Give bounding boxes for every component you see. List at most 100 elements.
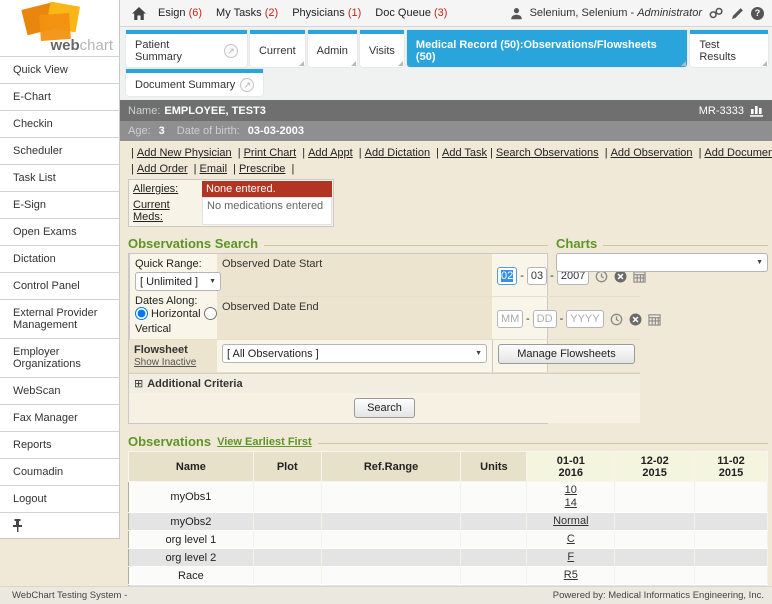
mr-number: MR-3333 [699, 105, 744, 117]
current-meds-link[interactable]: Current Meds: [133, 199, 170, 223]
nav-doc-queue[interactable]: Doc Queue (3) [375, 7, 447, 19]
allergies-link[interactable]: Allergies: [133, 183, 178, 195]
tab-admin[interactable]: Admin [308, 30, 357, 67]
link-add-dictation[interactable]: Add Dictation [365, 147, 430, 159]
range-options: Quick Range: [ Unlimited ]▼ Dates Along:… [129, 254, 217, 340]
link-add-order[interactable]: Add Order [137, 163, 188, 175]
view-earliest-first-link[interactable]: View Earliest First [217, 436, 312, 448]
tab-visits[interactable]: Visits [360, 30, 404, 67]
horizontal-radio[interactable] [135, 307, 148, 320]
sidebar-item-e-sign[interactable]: E-Sign [0, 191, 119, 218]
date-separator: - [550, 270, 554, 282]
obs-name: org level 2 [129, 549, 254, 567]
link-add-task[interactable]: Add Task [442, 147, 487, 159]
charts-select[interactable]: ▼ [556, 253, 768, 272]
search-button[interactable]: Search [354, 398, 415, 418]
obs-value-link[interactable]: R5 [529, 569, 612, 582]
charts-title: Charts [556, 236, 597, 251]
webchart-logo[interactable]: webchart [0, 0, 119, 56]
dob-label: Date of birth: [177, 125, 240, 137]
patient-name-bar: Name: EMPLOYEE, TEST3 MR-3333 [120, 100, 772, 121]
nav-my-tasks[interactable]: My Tasks (2) [216, 7, 278, 19]
separator: | [131, 147, 134, 159]
sidebar-item-task-list[interactable]: Task List [0, 164, 119, 191]
tab-test-results[interactable]: Test Results [690, 30, 768, 67]
logo-wordmark: webchart [50, 37, 113, 54]
sidebar-item-e-chart[interactable]: E-Chart [0, 83, 119, 110]
obs-value-link[interactable]: Normal [529, 515, 612, 528]
link-email[interactable]: Email [200, 163, 228, 175]
sidebar-item-dictation[interactable]: Dictation [0, 245, 119, 272]
name-label: Name: [128, 105, 160, 117]
link-add-new-physician[interactable]: Add New Physician [137, 147, 232, 159]
show-inactive-link[interactable]: Show Inactive [134, 357, 196, 368]
col-units: Units [461, 452, 527, 482]
link-prescribe[interactable]: Prescribe [239, 163, 285, 175]
sidebar-item-checkin[interactable]: Checkin [0, 110, 119, 137]
start-month-input[interactable]: 02 [497, 267, 517, 285]
vertical-radio[interactable] [204, 307, 217, 320]
obs-value-link[interactable]: 10 [529, 484, 612, 497]
end-month-input[interactable]: MM [497, 310, 523, 328]
end-day-input[interactable]: DD [533, 310, 557, 328]
chart-icon[interactable] [750, 104, 764, 117]
popout-icon[interactable]: ↗ [240, 78, 254, 92]
divider [318, 443, 768, 444]
link-print-chart[interactable]: Print Chart [244, 147, 297, 159]
separator: | [131, 163, 134, 175]
nav-esign[interactable]: Esign (6) [158, 7, 202, 19]
flowsheet-label-cell: Flowsheet Show Inactive [129, 340, 217, 373]
observations-search-title: Observations Search [128, 236, 258, 251]
tab-current[interactable]: Current [250, 30, 305, 67]
home-icon[interactable] [132, 7, 146, 20]
link-add-observation[interactable]: Add Observation [611, 147, 693, 159]
separator: | [359, 147, 362, 159]
start-day-input[interactable]: 03 [527, 267, 547, 285]
link-add-appt[interactable]: Add Appt [308, 147, 353, 159]
nav-physicians[interactable]: Physicians (1) [292, 7, 361, 19]
sidebar-item-quick-view[interactable]: Quick View [0, 56, 119, 83]
chevron-down-icon: ▼ [756, 259, 763, 266]
table-row: org level 2 F [129, 549, 768, 567]
sidebar: webchart Quick View E-Chart Checkin Sche… [0, 0, 120, 539]
pencil-icon[interactable] [731, 7, 744, 20]
link-add-document[interactable]: Add Document [704, 147, 772, 159]
observations-table: Name Plot Ref.Range Units 01-012016 12-0… [128, 451, 768, 604]
top-right-area: Selenium, Selenium - Administrator ? [510, 7, 764, 20]
table-row: myObs1 1014 [129, 482, 768, 513]
sidebar-item-coumadin[interactable]: Coumadin [0, 458, 119, 485]
col-date-1: 01-012016 [527, 452, 615, 482]
obs-value-link[interactable]: 14 [529, 497, 612, 510]
sidebar-item-webscan[interactable]: WebScan [0, 377, 119, 404]
link-search-observations[interactable]: Search Observations [496, 147, 599, 159]
horizontal-label: Horizontal [151, 308, 201, 320]
sidebar-item-reports[interactable]: Reports [0, 431, 119, 458]
popout-icon[interactable]: ↗ [224, 44, 238, 58]
sidebar-item-scheduler[interactable]: Scheduler [0, 137, 119, 164]
obs-value-link[interactable]: F [529, 551, 612, 564]
main-area: Esign (6) My Tasks (2) Physicians (1) Do… [120, 0, 772, 604]
obs-name: myObs2 [129, 513, 254, 531]
link-icon[interactable] [709, 7, 724, 19]
sidebar-item-open-exams[interactable]: Open Exams [0, 218, 119, 245]
tab-patient-summary[interactable]: Patient Summary↗ [126, 30, 247, 67]
obs-value-link[interactable]: C [529, 533, 612, 546]
pin-sidebar-button[interactable] [0, 512, 119, 538]
tab-medical-record[interactable]: Medical Record (50):Observations/Flowshe… [407, 30, 687, 67]
divider [603, 245, 768, 246]
sidebar-item-employer-organizations[interactable]: Employer Organizations [0, 338, 119, 377]
search-form: Observed Date Start 02 - 03 - 2007 [128, 253, 548, 424]
help-icon[interactable]: ? [751, 7, 764, 20]
patient-demo-bar: Age: 3 Date of birth: 03-03-2003 [120, 121, 772, 141]
sidebar-item-fax-manager[interactable]: Fax Manager [0, 404, 119, 431]
sidebar-item-logout[interactable]: Logout [0, 485, 119, 512]
flowsheet-select[interactable]: [ All Observations ]▼ [222, 344, 487, 363]
chevron-down-icon: ▼ [209, 278, 216, 285]
user-name[interactable]: Selenium, Selenium - Administrator [530, 7, 702, 19]
sidebar-item-external-provider-management[interactable]: External Provider Management [0, 299, 119, 338]
quick-range-select[interactable]: [ Unlimited ]▼ [135, 272, 221, 291]
sidebar-item-control-panel[interactable]: Control Panel [0, 272, 119, 299]
col-ref-range: Ref.Range [321, 452, 461, 482]
observations-section: Observations View Earliest First Name Pl… [128, 434, 768, 604]
tab-document-summary[interactable]: Document Summary↗ [126, 69, 263, 96]
